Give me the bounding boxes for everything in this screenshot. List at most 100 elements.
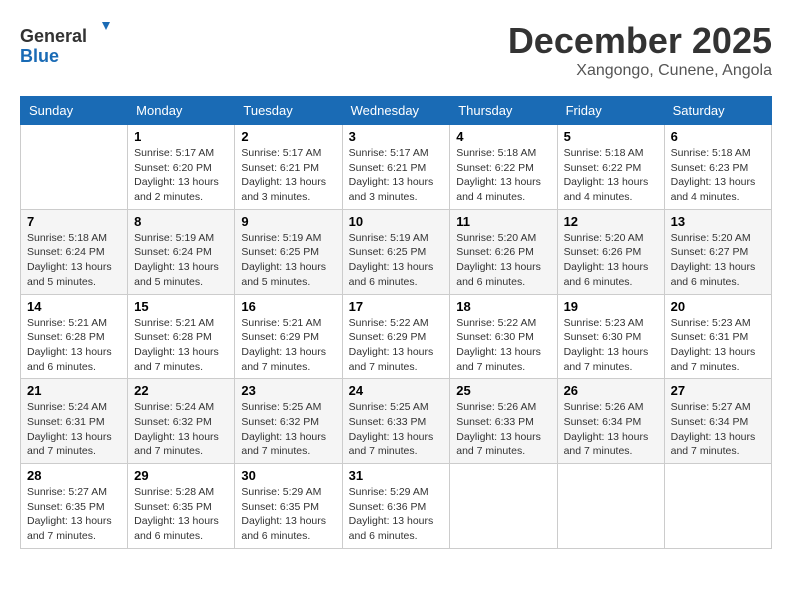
weekday-header: Wednesday <box>342 97 450 125</box>
day-number: 14 <box>27 299 121 314</box>
day-info: Sunrise: 5:24 AM Sunset: 6:32 PM Dayligh… <box>134 400 228 459</box>
day-number: 15 <box>134 299 228 314</box>
day-number: 19 <box>564 299 658 314</box>
day-info: Sunrise: 5:20 AM Sunset: 6:27 PM Dayligh… <box>671 231 765 290</box>
weekday-header: Friday <box>557 97 664 125</box>
day-info: Sunrise: 5:21 AM Sunset: 6:28 PM Dayligh… <box>134 316 228 375</box>
day-number: 31 <box>349 468 444 483</box>
day-number: 26 <box>564 383 658 398</box>
calendar-cell: 11Sunrise: 5:20 AM Sunset: 6:26 PM Dayli… <box>450 209 557 294</box>
day-info: Sunrise: 5:20 AM Sunset: 6:26 PM Dayligh… <box>564 231 658 290</box>
calendar-week-row: 14 Sunrise: 5:21 AM Sunset: 6:28 PM Dayli… <box>21 294 772 379</box>
day-info: Sunrise: 5:21 AM Sunset: 6:28 PM Dayligh… <box>27 316 121 375</box>
day-info: Sunrise: 5:21 AM Sunset: 6:29 PM Dayligh… <box>241 316 335 375</box>
day-number: 2 <box>241 129 335 144</box>
calendar-cell: 2 Sunrise: 5:17 AM Sunset: 6:21 PM Daylig… <box>235 125 342 210</box>
calendar-cell: 31 Sunrise: 5:29 AM Sunset: 6:36 PM Dayli… <box>342 464 450 549</box>
calendar-cell: 23Sunrise: 5:25 AM Sunset: 6:32 PM Dayli… <box>235 379 342 464</box>
day-number: 13 <box>671 214 765 229</box>
calendar-cell: 25Sunrise: 5:26 AM Sunset: 6:33 PM Dayli… <box>450 379 557 464</box>
day-number: 6 <box>671 129 765 144</box>
weekday-header: Monday <box>128 97 235 125</box>
day-number: 28 <box>27 468 121 483</box>
calendar-cell: 22Sunrise: 5:24 AM Sunset: 6:32 PM Dayli… <box>128 379 235 464</box>
day-number: 27 <box>671 383 765 398</box>
day-number: 20 <box>671 299 765 314</box>
day-info: Sunrise: 5:17 AM Sunset: 6:21 PM Dayligh… <box>349 146 444 205</box>
day-info: Sunrise: 5:26 AM Sunset: 6:34 PM Dayligh… <box>564 400 658 459</box>
day-info: Sunrise: 5:18 AM Sunset: 6:24 PM Dayligh… <box>27 231 121 290</box>
calendar-cell <box>557 464 664 549</box>
calendar-cell: 20 Sunrise: 5:23 AM Sunset: 6:31 PM Dayli… <box>664 294 771 379</box>
calendar-cell: 17Sunrise: 5:22 AM Sunset: 6:29 PM Dayli… <box>342 294 450 379</box>
day-number: 30 <box>241 468 335 483</box>
day-number: 3 <box>349 129 444 144</box>
day-info: Sunrise: 5:27 AM Sunset: 6:35 PM Dayligh… <box>27 485 121 544</box>
weekday-header: Thursday <box>450 97 557 125</box>
calendar-cell <box>21 125 128 210</box>
calendar-week-row: 28 Sunrise: 5:27 AM Sunset: 6:35 PM Dayli… <box>21 464 772 549</box>
calendar-cell: 26 Sunrise: 5:26 AM Sunset: 6:34 PM Dayli… <box>557 379 664 464</box>
calendar-cell: 29Sunrise: 5:28 AM Sunset: 6:35 PM Dayli… <box>128 464 235 549</box>
day-info: Sunrise: 5:17 AM Sunset: 6:20 PM Dayligh… <box>134 146 228 205</box>
calendar-cell: 1 Sunrise: 5:17 AM Sunset: 6:20 PM Daylig… <box>128 125 235 210</box>
day-info: Sunrise: 5:19 AM Sunset: 6:25 PM Dayligh… <box>349 231 444 290</box>
day-info: Sunrise: 5:25 AM Sunset: 6:33 PM Dayligh… <box>349 400 444 459</box>
calendar-cell: 30 Sunrise: 5:29 AM Sunset: 6:35 PM Dayli… <box>235 464 342 549</box>
day-info: Sunrise: 5:28 AM Sunset: 6:35 PM Dayligh… <box>134 485 228 544</box>
calendar-cell: 16 Sunrise: 5:21 AM Sunset: 6:29 PM Dayli… <box>235 294 342 379</box>
svg-text:Blue: Blue <box>20 46 59 66</box>
day-info: Sunrise: 5:22 AM Sunset: 6:29 PM Dayligh… <box>349 316 444 375</box>
calendar-cell <box>664 464 771 549</box>
title-block: December 2025 Xangongo, Cunene, Angola <box>508 20 772 80</box>
weekday-header: Tuesday <box>235 97 342 125</box>
day-number: 4 <box>456 129 550 144</box>
day-info: Sunrise: 5:22 AM Sunset: 6:30 PM Dayligh… <box>456 316 550 375</box>
day-info: Sunrise: 5:18 AM Sunset: 6:22 PM Dayligh… <box>564 146 658 205</box>
svg-text:General: General <box>20 26 87 46</box>
calendar-cell: 24 Sunrise: 5:25 AM Sunset: 6:33 PM Dayli… <box>342 379 450 464</box>
day-info: Sunrise: 5:18 AM Sunset: 6:23 PM Dayligh… <box>671 146 765 205</box>
day-number: 16 <box>241 299 335 314</box>
day-number: 18 <box>456 299 550 314</box>
calendar-week-row: 21 Sunrise: 5:24 AM Sunset: 6:31 PM Dayli… <box>21 379 772 464</box>
calendar-cell: 7 Sunrise: 5:18 AM Sunset: 6:24 PM Daylig… <box>21 209 128 294</box>
day-info: Sunrise: 5:19 AM Sunset: 6:24 PM Dayligh… <box>134 231 228 290</box>
day-info: Sunrise: 5:29 AM Sunset: 6:36 PM Dayligh… <box>349 485 444 544</box>
logo: General Blue <box>20 20 110 68</box>
day-info: Sunrise: 5:18 AM Sunset: 6:22 PM Dayligh… <box>456 146 550 205</box>
calendar-cell: 28 Sunrise: 5:27 AM Sunset: 6:35 PM Dayli… <box>21 464 128 549</box>
calendar-cell: 21 Sunrise: 5:24 AM Sunset: 6:31 PM Dayli… <box>21 379 128 464</box>
calendar-cell: 14 Sunrise: 5:21 AM Sunset: 6:28 PM Dayli… <box>21 294 128 379</box>
day-info: Sunrise: 5:23 AM Sunset: 6:31 PM Dayligh… <box>671 316 765 375</box>
day-number: 8 <box>134 214 228 229</box>
day-number: 10 <box>349 214 444 229</box>
day-number: 5 <box>564 129 658 144</box>
calendar-table: SundayMondayTuesdayWednesdayThursdayFrid… <box>20 96 772 549</box>
day-number: 25 <box>456 383 550 398</box>
day-info: Sunrise: 5:17 AM Sunset: 6:21 PM Dayligh… <box>241 146 335 205</box>
calendar-cell: 18 Sunrise: 5:22 AM Sunset: 6:30 PM Dayli… <box>450 294 557 379</box>
day-number: 11 <box>456 214 550 229</box>
day-number: 21 <box>27 383 121 398</box>
calendar-cell: 27Sunrise: 5:27 AM Sunset: 6:34 PM Dayli… <box>664 379 771 464</box>
month-title: December 2025 <box>508 20 772 62</box>
logo-svg: General Blue <box>20 20 110 68</box>
calendar-week-row: 7 Sunrise: 5:18 AM Sunset: 6:24 PM Daylig… <box>21 209 772 294</box>
day-info: Sunrise: 5:24 AM Sunset: 6:31 PM Dayligh… <box>27 400 121 459</box>
day-number: 12 <box>564 214 658 229</box>
weekday-header: Sunday <box>21 97 128 125</box>
calendar-body: 1 Sunrise: 5:17 AM Sunset: 6:20 PM Daylig… <box>21 125 772 549</box>
day-number: 7 <box>27 214 121 229</box>
day-number: 1 <box>134 129 228 144</box>
calendar-cell: 3 Sunrise: 5:17 AM Sunset: 6:21 PM Daylig… <box>342 125 450 210</box>
calendar-week-row: 1 Sunrise: 5:17 AM Sunset: 6:20 PM Daylig… <box>21 125 772 210</box>
calendar-cell: 5 Sunrise: 5:18 AM Sunset: 6:22 PM Daylig… <box>557 125 664 210</box>
calendar-cell: 15 Sunrise: 5:21 AM Sunset: 6:28 PM Dayli… <box>128 294 235 379</box>
calendar-cell: 8 Sunrise: 5:19 AM Sunset: 6:24 PM Daylig… <box>128 209 235 294</box>
day-number: 24 <box>349 383 444 398</box>
location: Xangongo, Cunene, Angola <box>508 62 772 80</box>
day-info: Sunrise: 5:29 AM Sunset: 6:35 PM Dayligh… <box>241 485 335 544</box>
calendar-cell: 4 Sunrise: 5:18 AM Sunset: 6:22 PM Daylig… <box>450 125 557 210</box>
calendar-cell: 12 Sunrise: 5:20 AM Sunset: 6:26 PM Dayli… <box>557 209 664 294</box>
